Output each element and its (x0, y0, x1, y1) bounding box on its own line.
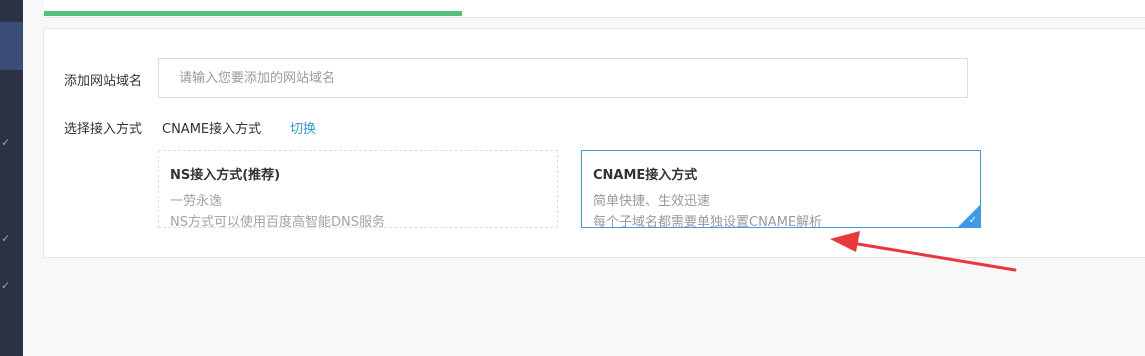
ns-option-desc1: 一劳永逸 (170, 194, 223, 209)
ns-option-desc2: NS方式可以使用百度高智能DNS服务 (170, 215, 385, 230)
access-method-label: 选择接入方式 (64, 122, 143, 137)
cname-option-card[interactable]: CNAME接入方式 简单快捷、生效迅速 每个子域名都需要单独设置CNAME解析 … (581, 150, 981, 230)
access-method-current: CNAME接入方式 (162, 122, 262, 137)
steps-progress-fill (44, 11, 462, 16)
cname-option-title: CNAME接入方式 (593, 168, 698, 183)
sidebar-check-icon: ✓ (1, 232, 11, 245)
ns-option-card[interactable]: NS接入方式(推荐) 一劳永逸 NS方式可以使用百度高智能DNS服务 (158, 150, 558, 230)
ns-option-title: NS接入方式(推荐) (170, 168, 281, 183)
cname-option-desc2: 每个子域名都需要单独设置CNAME解析 (593, 215, 823, 230)
sidebar-check-icon: ✓ (1, 279, 11, 292)
domain-label: 添加网站域名 (64, 74, 143, 89)
checkmark-icon: ✓ (968, 215, 977, 226)
switch-method-link[interactable]: 切换 (290, 118, 316, 137)
cname-option-desc1: 简单快捷、生效迅速 (593, 194, 711, 209)
sidebar-check-icon: ✓ (1, 136, 11, 149)
sidebar-item-active[interactable] (0, 22, 23, 70)
domain-input[interactable] (158, 58, 968, 98)
sidebar: ✓ ✓ ✓ (0, 0, 23, 356)
